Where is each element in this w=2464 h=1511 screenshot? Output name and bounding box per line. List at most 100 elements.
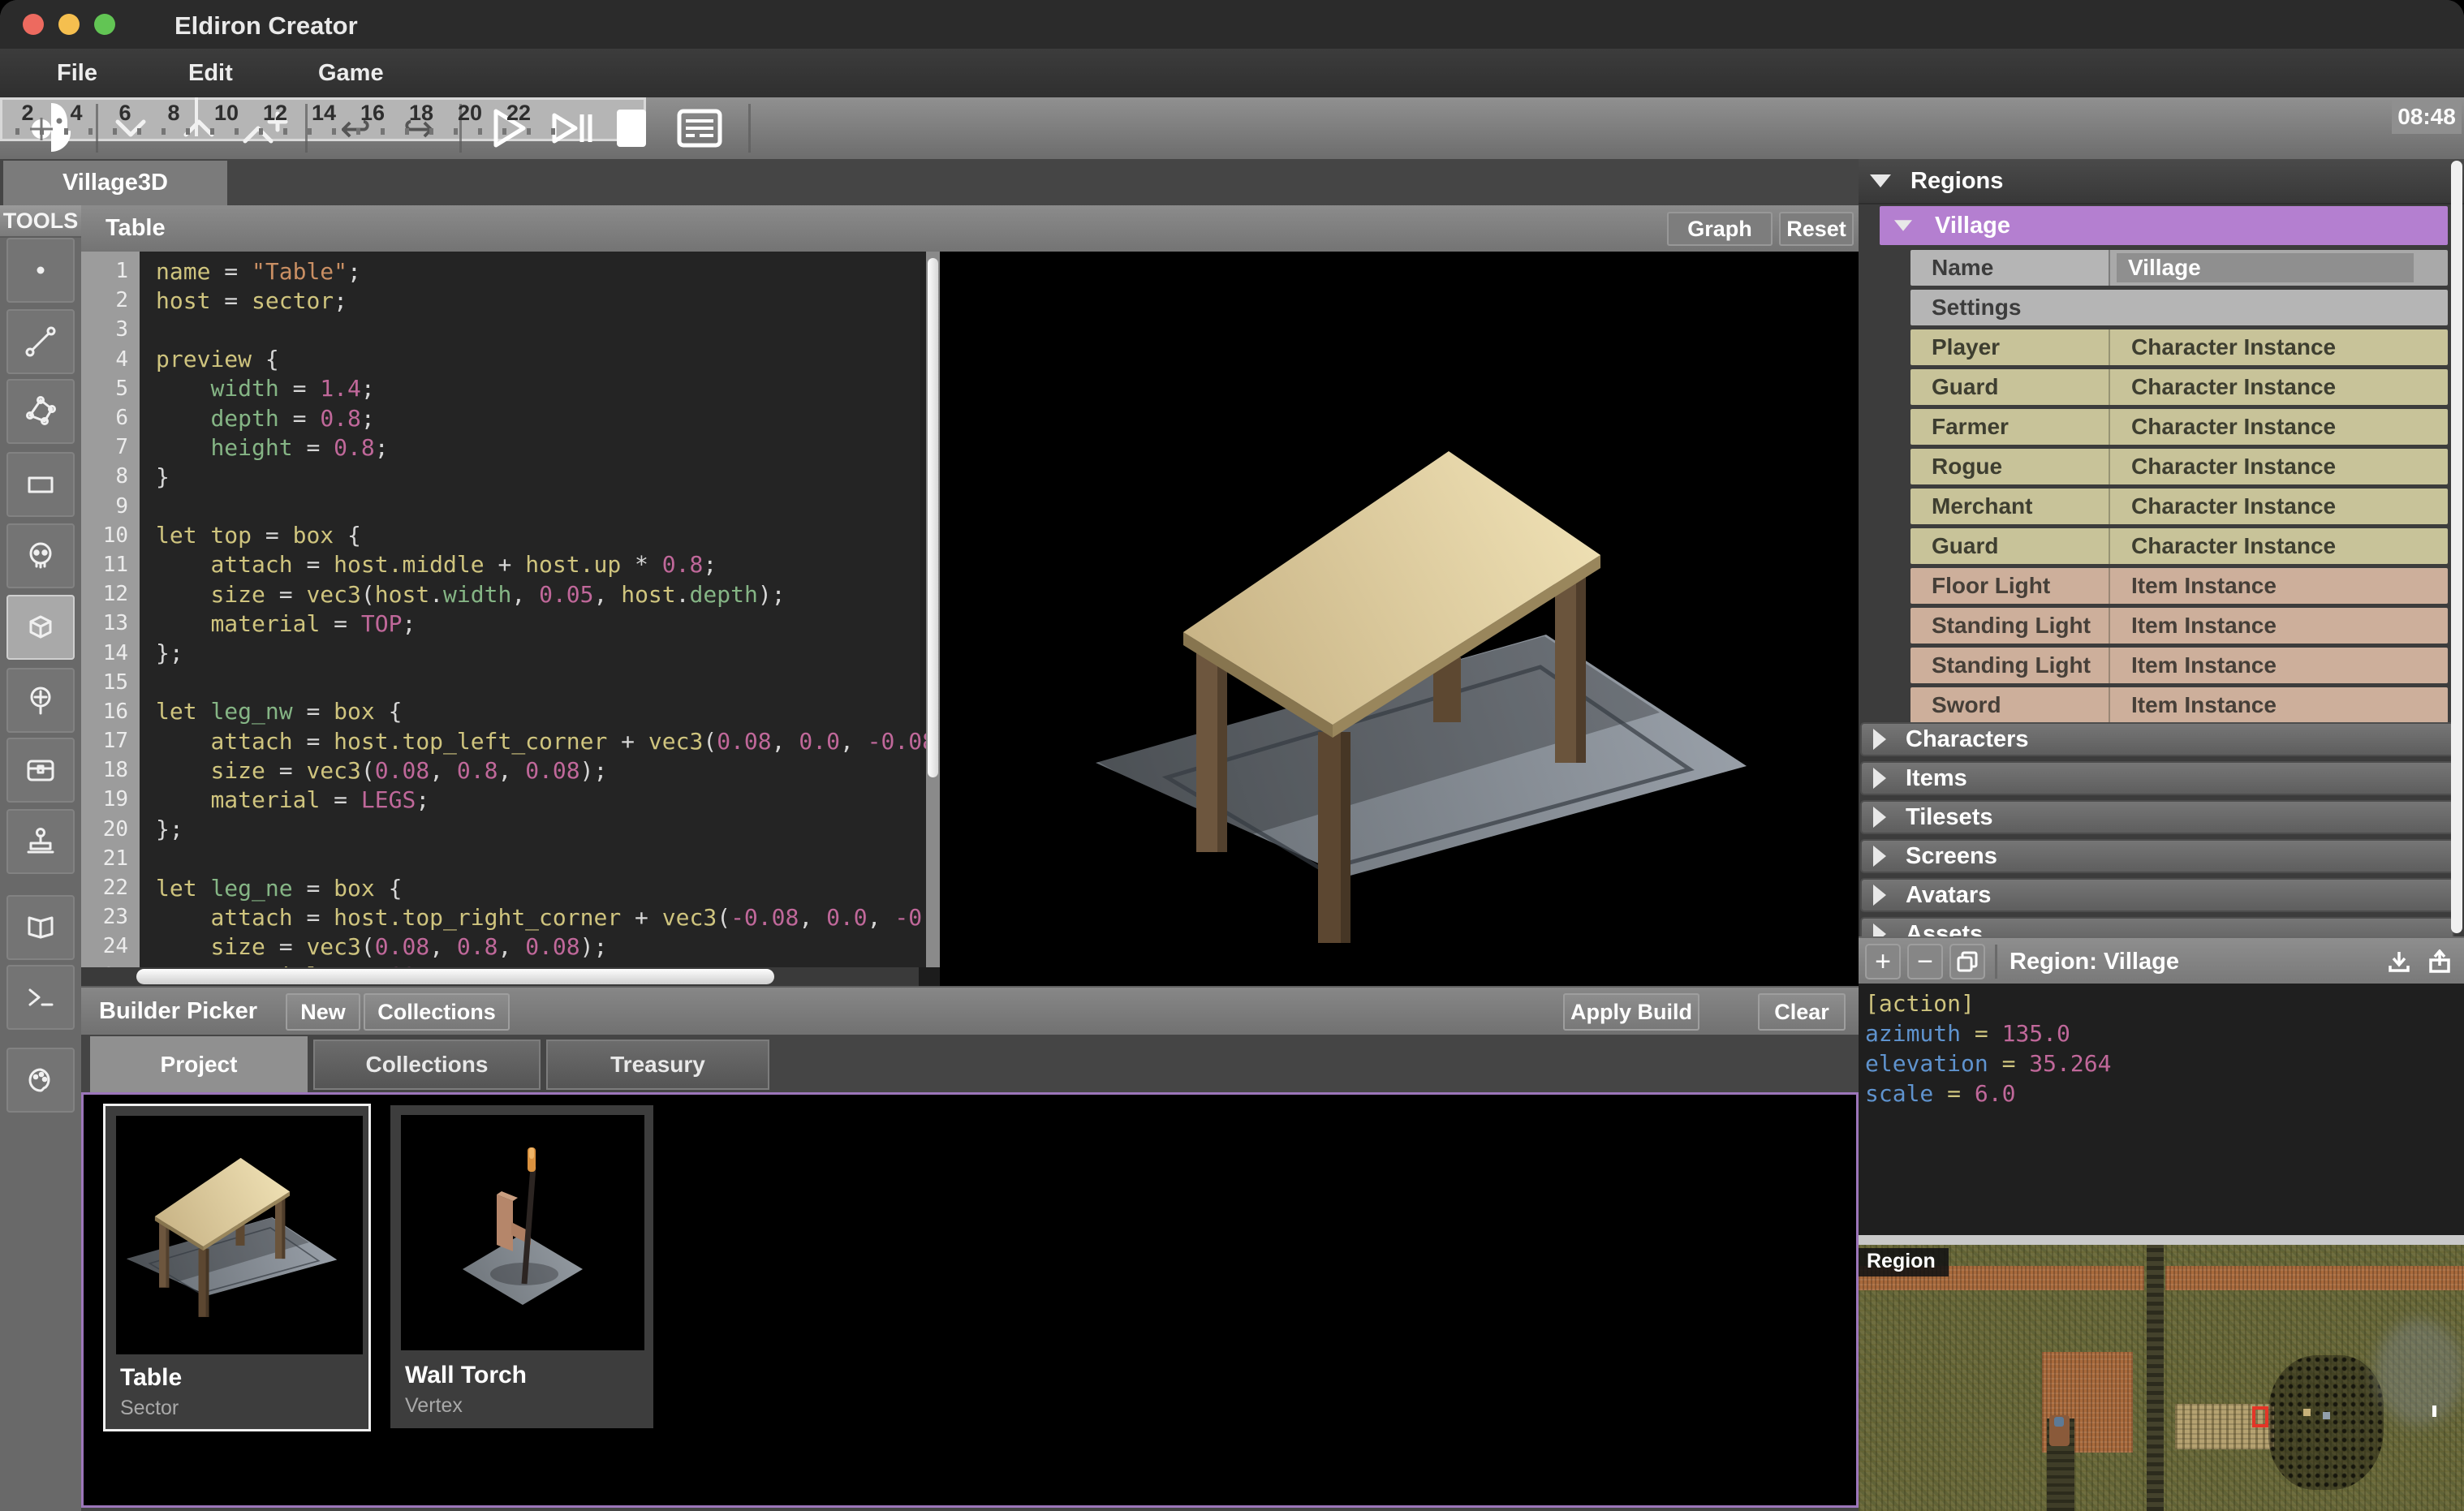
new-button[interactable]: New (286, 993, 360, 1031)
collections-button[interactable]: Collections (364, 993, 510, 1031)
clear-button[interactable]: Clear (1758, 993, 1846, 1031)
sector-tool[interactable] (6, 379, 75, 444)
row-value: Character Instance (2109, 489, 2448, 524)
map-haze (2375, 1319, 2464, 1425)
panel-scrollbar[interactable] (2451, 161, 2462, 933)
menu-edit[interactable]: Edit (180, 58, 241, 88)
zoom-window-button[interactable] (94, 14, 115, 35)
duplicate-button[interactable] (1949, 944, 1985, 979)
line-number: 5 (81, 377, 140, 401)
add-button[interactable]: + (1865, 944, 1901, 979)
table-thumbnail (116, 1116, 363, 1354)
section-tilesets[interactable]: Tilesets (1860, 800, 2454, 834)
region-row-name[interactable]: NameVillage (1910, 250, 2448, 286)
minimize-window-button[interactable] (58, 14, 80, 35)
row-value: Item Instance (2109, 687, 2448, 723)
line-number: 14 (81, 641, 140, 665)
name-input[interactable]: Village (2109, 250, 2448, 286)
region-settings-editor[interactable]: [action]azimuth = 135.0elevation = 35.26… (1859, 984, 2464, 1235)
tab-village3d[interactable]: Village3D (3, 161, 227, 205)
tab-project[interactable]: Project (90, 1036, 308, 1092)
remove-button[interactable]: − (1907, 944, 1943, 979)
region-row-guard[interactable]: GuardCharacter Instance (1910, 369, 2448, 405)
line-number: 8 (81, 464, 140, 489)
row-value: Item Instance (2109, 608, 2448, 644)
timeline-tick (113, 128, 117, 135)
map-marker (2432, 1406, 2436, 1417)
card-table[interactable]: Table Sector (103, 1104, 371, 1431)
editor-title: Table (106, 215, 166, 242)
character-tool[interactable] (6, 523, 75, 588)
menu-game[interactable]: Game (310, 58, 392, 88)
graph-button[interactable]: Graph (1667, 212, 1773, 246)
row-label: Standing Light (1910, 608, 2109, 644)
row-label: Standing Light (1910, 648, 2109, 683)
menu-file[interactable]: File (49, 58, 106, 88)
region-item-village[interactable]: Village (1880, 206, 2448, 245)
palette-tool[interactable] (6, 1048, 75, 1113)
section-label: Screens (1906, 843, 1997, 870)
region-row-standing-light[interactable]: Standing LightItem Instance (1910, 648, 2448, 683)
menubar: File Edit Game (0, 49, 2464, 97)
section-characters[interactable]: Characters (1860, 722, 2454, 756)
region-row-standing-light[interactable]: Standing LightItem Instance (1910, 608, 2448, 644)
terminal-tool[interactable] (6, 965, 75, 1030)
region-row-floor-light[interactable]: Floor LightItem Instance (1910, 568, 2448, 604)
code-editor[interactable]: 1name = "Table";2host = sector;34preview… (81, 252, 940, 986)
section-label: Tilesets (1906, 804, 1992, 831)
reset-button[interactable]: Reset (1779, 212, 1854, 246)
close-window-button[interactable] (23, 14, 44, 35)
export-icon[interactable] (2422, 944, 2458, 979)
timeline-cursor[interactable] (195, 97, 198, 136)
console-button[interactable] (670, 97, 729, 159)
tab-treasury[interactable]: Treasury (546, 1040, 769, 1090)
vertex-tool[interactable] (6, 238, 75, 303)
tree-tool[interactable] (6, 668, 75, 733)
book-tool[interactable] (6, 895, 75, 960)
code-vertical-scrollbar[interactable] (926, 252, 940, 967)
time-display: 08:48 (2392, 100, 2462, 134)
section-items[interactable]: Items (1860, 761, 2454, 795)
chest-tool[interactable] (6, 738, 75, 803)
code-line: elevation = 35.264 (1859, 1048, 2464, 1078)
row-value: Character Instance (2109, 528, 2448, 564)
code-line: 23 attach = host.top_right_corner + vec3… (81, 902, 940, 932)
section-screens[interactable]: Screens (1860, 839, 2454, 873)
card-wall-torch[interactable]: Wall Torch Vertex (390, 1105, 653, 1428)
code-horizontal-scrollbar[interactable] (81, 967, 940, 986)
section-avatars[interactable]: Avatars (1860, 878, 2454, 912)
timeline-tick (283, 128, 287, 135)
region-row-player[interactable]: PlayerCharacter Instance (1910, 329, 2448, 365)
code-line: 13 material = TOP; (81, 609, 940, 638)
chevron-right-icon (1873, 885, 1886, 906)
timeline-number: 14 (312, 101, 336, 126)
box-tool[interactable] (6, 595, 75, 660)
region-row-farmer[interactable]: FarmerCharacter Instance (1910, 409, 2448, 445)
timeline-number: 18 (409, 101, 433, 126)
minimap-label: Region (1859, 1248, 1949, 1276)
line-number: 1 (81, 259, 140, 283)
line-number: 6 (81, 406, 140, 430)
code-line: 24 size = vec3(0.08, 0.8, 0.08); (81, 932, 940, 961)
code-line: 2host = sector; (81, 286, 940, 315)
timeline-tick (40, 128, 44, 135)
import-icon[interactable] (2381, 944, 2417, 979)
rect-tool[interactable] (6, 452, 75, 517)
region-row-sword[interactable]: SwordItem Instance (1910, 687, 2448, 723)
line-number: 3 (81, 317, 140, 342)
regions-section-header[interactable]: Regions (1859, 159, 2464, 204)
apply-build-button[interactable]: Apply Build (1563, 993, 1699, 1031)
region-row-rogue[interactable]: RogueCharacter Instance (1910, 449, 2448, 484)
stop-button[interactable] (607, 97, 656, 159)
timeline-tick (478, 128, 482, 135)
region-row-merchant[interactable]: MerchantCharacter Instance (1910, 489, 2448, 524)
region-row-guard[interactable]: GuardCharacter Instance (1910, 528, 2448, 564)
code-line: 4preview { (81, 345, 940, 374)
region-minimap[interactable]: Region (1859, 1245, 2464, 1511)
preview-viewport[interactable] (940, 252, 1859, 986)
stamp-tool[interactable] (6, 809, 75, 874)
region-row-settings[interactable]: Settings (1910, 290, 2448, 325)
tab-collections[interactable]: Collections (313, 1040, 541, 1090)
code-line: 9 (81, 492, 940, 521)
linedef-tool[interactable] (6, 309, 75, 374)
